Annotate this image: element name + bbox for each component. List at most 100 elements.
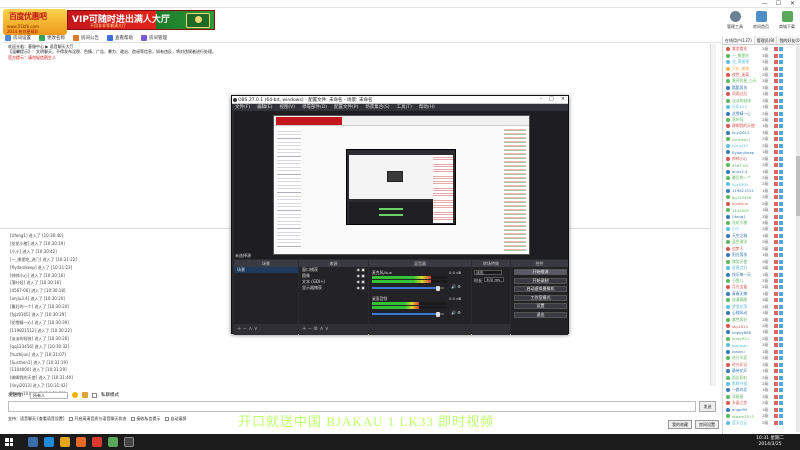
tab-friends[interactable]: 我的好友(0)	[777, 36, 800, 44]
toolbar-button-4[interactable]: 房间管理	[139, 35, 169, 41]
private-chat-checkbox[interactable]	[92, 392, 97, 398]
obs-control-button[interactable]: 工作室模式	[514, 294, 567, 301]
obs-menu-item[interactable]: 文件(F)	[235, 104, 250, 111]
remove-scene-icon[interactable]: −	[243, 326, 247, 332]
scene-down-icon[interactable]: ∨	[254, 326, 258, 332]
toolbar-button-1[interactable]: 更改名称	[37, 35, 67, 41]
autoscroll-checkbox[interactable]	[165, 417, 170, 421]
source-item[interactable]: 显示器捕获 ◉ ▣	[299, 285, 368, 291]
user-list-item[interactable]: 蓝天白云 2级	[723, 419, 800, 425]
camera-icon	[779, 143, 783, 148]
tab-admins[interactable]: 管理员(9)	[754, 36, 778, 44]
voice-settings-link[interactable]: 支持：语音聊天 [查看语音设置]	[8, 416, 64, 422]
windows-start-icon[interactable]	[5, 438, 13, 446]
mute-speaker-icon[interactable]: 🔊 ⚙	[451, 310, 461, 315]
room-settings-button[interactable]: 房间设置	[695, 420, 719, 429]
remove-source-icon[interactable]: −	[308, 326, 312, 332]
private-msg-option[interactable]: 接收私信提示	[131, 416, 160, 422]
send-button[interactable]: 发送	[699, 401, 716, 412]
source-up-icon[interactable]: ∧	[320, 326, 324, 332]
font-icon[interactable]	[82, 392, 88, 398]
user-name: linyi2013	[732, 130, 750, 136]
mic-icon	[774, 111, 778, 116]
volume-slider[interactable]	[372, 311, 444, 317]
app-icon-1[interactable]	[76, 437, 86, 447]
obs-menu-item[interactable]: 配置文件(P)	[334, 104, 358, 111]
mic-icon	[774, 92, 778, 97]
obs-docks: 未选择源 场景 场景 + − ∧ ∨ 来源 窗口捕获 ◉ ▣ 图像 ◉ ▣ 文本 (GD…	[232, 253, 568, 335]
store-download-button[interactable]: 商城下载	[776, 10, 798, 36]
obs-control-button[interactable]: 启动虚拟摄像机	[514, 286, 567, 292]
obs-preview[interactable]	[234, 111, 568, 259]
private-msg-checkbox[interactable]	[131, 417, 136, 421]
minimize-button[interactable]: —	[759, 0, 770, 8]
mic-icon	[774, 369, 778, 374]
user-name: 小鱼儿	[732, 277, 744, 283]
source-down-icon[interactable]: ∨	[325, 326, 329, 332]
room-home-button[interactable]: 房间首页	[750, 10, 772, 36]
user-list-scroll-thumb[interactable]	[796, 156, 800, 216]
camera-icon	[779, 66, 783, 71]
obs-control-button[interactable]: 开始录制	[514, 277, 567, 284]
obs-close-button[interactable]: ×	[561, 96, 565, 102]
scene-up-icon[interactable]: ∧	[249, 326, 253, 332]
toolbar-button-0[interactable]: 房间设置	[3, 35, 33, 41]
obs-control-button[interactable]: 设置	[514, 303, 567, 309]
emoji-icon[interactable]	[72, 392, 78, 398]
user-name: lucky521	[732, 336, 750, 342]
room-info: 欢迎光临：客服中心 ▶ 语音聊天大厅 【温馨提示】：文明聊天，不得发布淫秽、色情…	[8, 44, 608, 60]
mute-speaker-icon[interactable]: 🔊 ⚙	[451, 284, 461, 289]
obs-control-button[interactable]: 退出	[514, 311, 567, 318]
ie-icon[interactable]	[44, 437, 54, 447]
transition-duration-input[interactable]: 300 ms	[484, 277, 504, 282]
obs-minimize-button[interactable]: –	[540, 96, 543, 102]
folder-icon[interactable]	[60, 437, 70, 447]
scene-item[interactable]: 场景	[234, 267, 298, 273]
close-button[interactable]: ✕	[787, 0, 798, 8]
obs-menu-item[interactable]: 视图(V)	[279, 104, 295, 111]
obs-menu-item[interactable]: 帮助(H)	[419, 104, 435, 111]
obs-menu-item[interactable]: 编辑(E)	[257, 104, 272, 111]
user-name: 花_黑蜜枣	[732, 59, 750, 65]
add-scene-icon[interactable]: +	[237, 326, 241, 332]
volume-meter	[372, 276, 447, 279]
private-chat-label: 私聊模式	[101, 393, 119, 398]
user-level: 2级	[762, 181, 769, 187]
tab-online-users[interactable]: 在线用户(137)	[723, 36, 755, 44]
obs-maximize-button[interactable]: □	[549, 96, 554, 102]
toolbar-button-3[interactable]: 查看帮助	[105, 35, 135, 41]
user-avatar-icon	[726, 420, 730, 425]
maximize-button[interactable]: ☐	[773, 0, 784, 8]
toolbar-button-2[interactable]: 房间公告	[71, 35, 101, 41]
obs-control-button[interactable]: 开始推流	[514, 269, 567, 275]
camera-icon	[779, 130, 783, 135]
admin-tools-button[interactable]: 管理工具	[724, 10, 746, 36]
visibility-lock-icon[interactable]: ◉ ▣	[356, 285, 365, 291]
add-source-icon[interactable]: +	[302, 326, 306, 332]
user-list-scrollbar[interactable]	[796, 46, 800, 432]
hq-audio-option[interactable]: 开启高清音质与语音聊天状态	[69, 416, 126, 422]
camera-icon	[779, 369, 783, 374]
user-name: 浪漫满屋	[732, 297, 748, 303]
obs-taskbar-icon[interactable]	[124, 437, 134, 447]
autoscroll-option[interactable]: 自动滚屏	[165, 416, 186, 422]
transition-type-select[interactable]: 淡出	[474, 270, 502, 275]
user-level: 1级	[762, 329, 769, 335]
obs-menu-item[interactable]: 工具(T)	[397, 104, 412, 111]
obs-window[interactable]: OBS 27.0.1 (64-bit, windows) - 配置文件: 未命名…	[231, 95, 569, 335]
source-settings-icon[interactable]: ⚙	[314, 326, 318, 332]
vip-ad-banner[interactable]: VIP可随时进出满人大厅 不用非非等着满大厅	[67, 10, 215, 30]
chat-scrollbar[interactable]	[710, 44, 716, 386]
taskview-icon[interactable]	[28, 437, 38, 447]
app-icon-2[interactable]	[92, 437, 102, 447]
user-name: wanwan	[732, 342, 748, 348]
send-target-select[interactable]: 所有人	[30, 391, 68, 399]
user-avatar-icon	[726, 253, 730, 258]
obs-menu-item[interactable]: 停靠部件(D)	[302, 104, 327, 111]
app-icon-3[interactable]	[108, 437, 118, 447]
obs-menu-item[interactable]: 场景集合(S)	[365, 104, 389, 111]
volume-slider[interactable]	[372, 285, 444, 291]
system-clock[interactable]: 10:31 星期二 2014/3/25	[756, 436, 784, 448]
hq-audio-checkbox[interactable]	[69, 417, 74, 421]
favorites-button[interactable]: 我的收藏	[668, 420, 692, 429]
